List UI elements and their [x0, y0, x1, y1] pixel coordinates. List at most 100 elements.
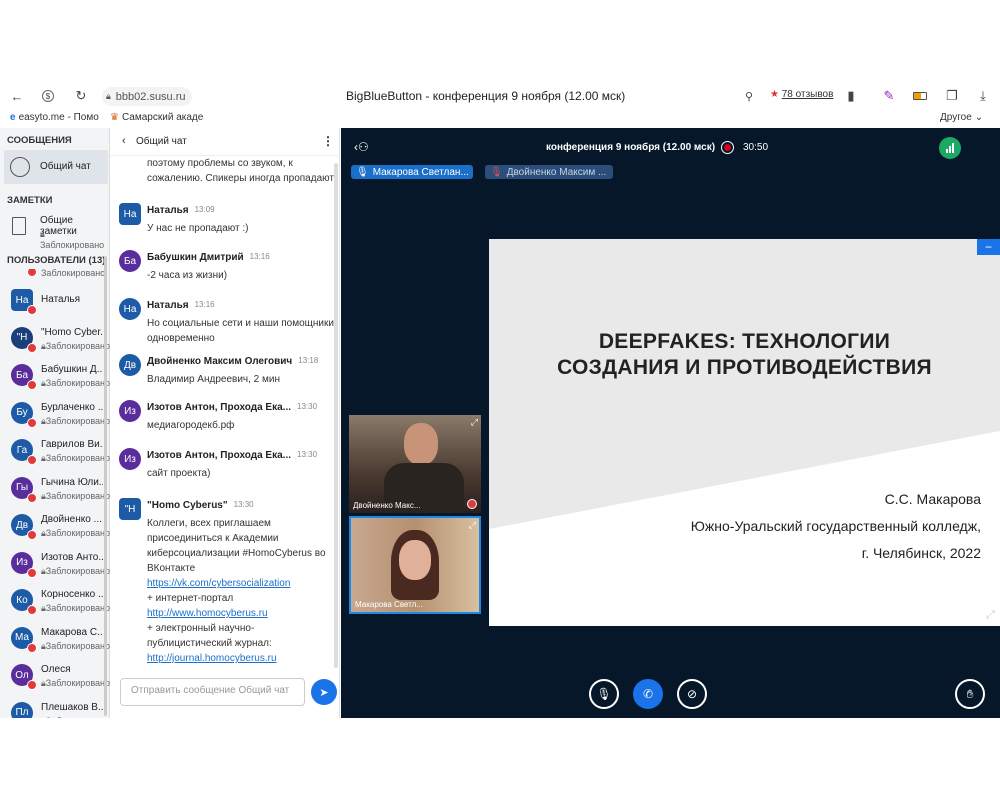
chat-message: Дв Двойненко Максим Олегович 13:18 Владимир… [119, 354, 334, 398]
chat-message: Из Изотов Антон, Прохода Ека... 13:30 медиа… [119, 400, 334, 444]
webcam-video[interactable]: Двойненко Макс... ⤢ [349, 415, 481, 513]
message-text: Коллеги, всех приглашаем присоединиться … [147, 516, 337, 666]
message-text: сайт проекта) [147, 468, 211, 479]
user-status: 🔒︎Заблокировано [41, 528, 110, 538]
battery-icon[interactable] [912, 89, 928, 103]
webcam-label: Макарова Светл... [355, 600, 424, 609]
muted-mic-icon [27, 530, 37, 540]
journal-link[interactable]: http://journal.homocyberus.ru [147, 651, 337, 666]
reload-icon[interactable]: ↻ [74, 88, 88, 103]
user-name: Гаврилов Ви... [41, 439, 103, 450]
minimize-presentation-button[interactable]: − [977, 239, 1000, 255]
user-name: Изотов Анто... [41, 551, 103, 563]
shared-notes-item[interactable]: Общие заметки 🔒︎Заблокировано [4, 210, 108, 250]
bookmark-easyto[interactable]: e easyto.me - Помо [10, 112, 99, 123]
user-name: Бурлаченко ... [41, 401, 103, 413]
other-bookmarks[interactable]: Другое ⌄ [940, 112, 983, 123]
chevron-left-icon[interactable]: ‹ [122, 135, 126, 147]
pin-icon[interactable]: ⚲ [742, 89, 756, 103]
chat-message-partial: поэтому проблемы со звуком, к сожалению.… [147, 156, 335, 186]
portal-link[interactable]: http://www.homocyberus.ru [147, 606, 337, 621]
bookmark-label: Самарский акаде [121, 112, 204, 123]
user-list-item[interactable]: Гы Гычина Юли... 🔒︎Заблокировано [0, 471, 110, 507]
chat-scrollbar[interactable] [334, 163, 338, 668]
message-text: -2 часа из жизни) [147, 270, 228, 281]
collections-icon[interactable]: ❐ [945, 88, 959, 103]
chat-message: Ба Бабушкин Дмитрий 13:16 -2 часа из жизни) [119, 250, 334, 294]
fullscreen-icon[interactable]: ⤢ [469, 520, 476, 531]
camera-button[interactable]: ⊘ [677, 679, 707, 709]
user-list-item[interactable]: На Наталья [0, 283, 108, 319]
talking-indicator[interactable]: 🎙︎ Двойненко Максим ... [485, 165, 613, 179]
chat-panel: ‹ Общий чат ⋮ поэтому проблемы со звуком… [110, 128, 340, 718]
slide-grey-panel [489, 239, 1000, 529]
talking-indicator[interactable]: 🎙︎ Макарова Светлан... [351, 165, 473, 179]
address-bar[interactable]: 🔒︎ bbb02.susu.ru [102, 87, 192, 106]
message-time: 13:30 [297, 450, 318, 459]
send-button[interactable]: ➤ [311, 679, 337, 705]
recording-icon[interactable] [721, 141, 734, 154]
message-line: поэтому проблемы со звуком, к [147, 158, 293, 169]
message-author: Наталья 13:16 [147, 300, 215, 311]
chat-input[interactable]: Отправить сообщение Общий чат [120, 678, 305, 706]
user-status: 🔒︎Заблокировано [41, 678, 110, 688]
user-list-item[interactable]: Бу Бурлаченко ... 🔒︎Заблокировано [0, 396, 110, 432]
fullscreen-icon[interactable]: ⤢ [986, 609, 995, 622]
user-list-item[interactable]: Ко Корносенко ... 🔒︎Заблокировано [0, 583, 110, 619]
pen-icon[interactable]: ✎ [882, 88, 896, 103]
mute-button[interactable]: 🎙︎ [589, 679, 619, 709]
more-options-icon[interactable]: ⋮ [322, 134, 334, 148]
fullscreen-icon[interactable]: ⤢ [471, 417, 478, 428]
webcam-video[interactable]: Макарова Светл... ⤢ [349, 516, 481, 614]
chat-message: Из Изотов Антон, Прохода Ека... 13:30 сайт … [119, 448, 334, 492]
user-status: 🔒︎Заблокировано [41, 716, 110, 719]
message-time: 13:09 [194, 205, 215, 214]
slide-organization: Южно-Уральский государственный колледж, [690, 518, 981, 534]
user-list-item[interactable]: "Н "Homo Cyber... 🔒︎Заблокировано [0, 321, 110, 357]
user-list-item[interactable]: Пл Плешаков В... 🔒︎Заблокировано [0, 696, 110, 719]
user-list-item[interactable]: Ба Бабушкин Д... 🔒︎Заблокировано [0, 358, 110, 394]
user-status: 🔒︎Заблокировано [41, 453, 110, 463]
download-icon[interactable]: ⤓ [976, 88, 990, 103]
chat-title[interactable]: Общий чат [136, 136, 187, 147]
user-status: 🔒︎Заблокировано [41, 565, 110, 576]
messages-header: СООБЩЕНИЯ [7, 135, 72, 146]
message-author: Изотов Антон, Прохода Ека... 13:30 [147, 450, 318, 461]
user-status: 🔒︎Заблокировано [41, 640, 110, 651]
bookmark-samara[interactable]: ♛ Самарский акаде [110, 112, 203, 123]
muted-mic-icon [27, 342, 37, 353]
muted-mic-icon [27, 455, 37, 465]
star-icon: ★ [770, 89, 779, 100]
avatar: Пл [11, 701, 33, 718]
back-icon[interactable]: ← [10, 89, 24, 104]
leave-icon[interactable]: ‹⚇ [354, 140, 369, 154]
user-list-item[interactable]: Дв Двойненко ... 🔒︎Заблокировано [0, 508, 110, 544]
meeting-area: ‹⚇ конференция 9 ноября (12.00 мск) 30:5… [341, 128, 1000, 718]
talker-name: Двойненко Максим ... [506, 166, 607, 178]
shield-icon[interactable]: $ [42, 90, 54, 102]
raise-hand-button[interactable]: ✋︎ [955, 679, 985, 709]
reviews-badge[interactable]: ★ 78 отзывов [770, 89, 833, 100]
user-partial-status: Заблокировано [41, 269, 106, 278]
public-chat-item[interactable]: Общий чат [4, 150, 108, 184]
talker-name: Макарова Светлан... [372, 166, 469, 178]
bookmark-icon[interactable]: ▮ [844, 88, 858, 103]
muted-mic-icon [27, 380, 37, 390]
users-scrollbar[interactable] [104, 256, 107, 716]
message-author: Двойненко Максим Олегович 13:18 [147, 356, 319, 367]
connection-status-icon[interactable] [939, 137, 961, 159]
audio-button[interactable]: ✆ [633, 679, 663, 709]
message-text: У нас не пропадают :) [147, 223, 249, 234]
message-line: сожалению. Спикеры иногда пропадают [147, 173, 334, 184]
user-list-item[interactable]: Из Изотов Анто... 🔒︎Заблокировано [0, 546, 110, 582]
user-list-item[interactable]: Га Гаврилов Ви... 🔒︎Заблокировано [0, 433, 110, 469]
user-list-item[interactable]: Ол Олеся 🔒︎Заблокировано [0, 658, 110, 694]
avatar: Дв [119, 354, 141, 376]
url-text: bbb02.susu.ru [115, 90, 186, 103]
user-list-item[interactable]: Ма Макарова С... 🔒︎Заблокировано [0, 621, 110, 657]
avatar: Ба [119, 250, 141, 272]
user-partial-item[interactable]: Заблокировано [4, 269, 108, 279]
chat-message: На Наталья 13:09 У нас не пропадают :) [119, 203, 334, 247]
chat-bubble-icon [10, 157, 30, 177]
vk-link[interactable]: https://vk.com/cybersocialization [147, 576, 337, 591]
